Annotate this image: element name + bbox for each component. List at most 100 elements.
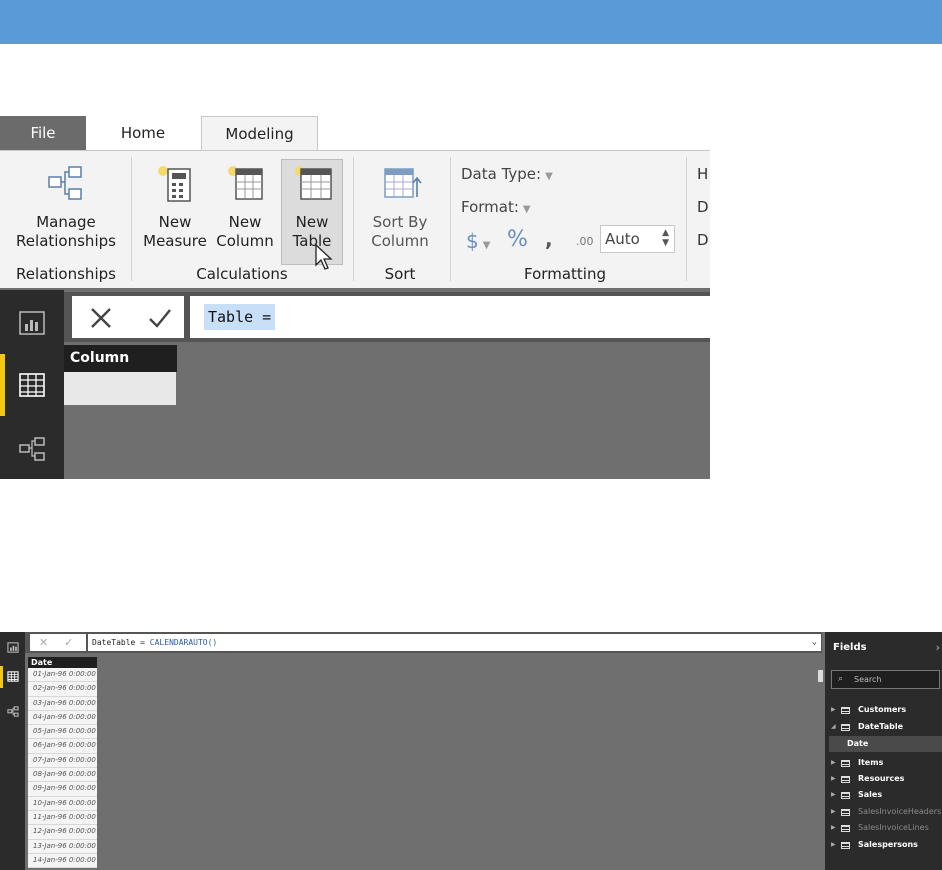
field-table-label: Salespersons (858, 840, 918, 849)
expand-icon: ▶ (831, 791, 836, 798)
ribbon-divider (353, 157, 354, 281)
vertical-scrollbar[interactable] (818, 670, 823, 682)
ribbon-tab-bar: File Home Modeling (0, 116, 710, 151)
table-cell[interactable]: 07-Jan-96 0:00:00 (28, 753, 97, 769)
date-table-grid: Date 01-Jan-96 0:00:00 02-Jan-96 0:00:00… (28, 657, 97, 869)
table-icon (841, 776, 850, 783)
field-table-label: Items (858, 758, 884, 767)
table-icon (841, 842, 850, 849)
formula-prefix: DateTable = (92, 638, 150, 647)
relationship-view-icon[interactable] (18, 436, 46, 462)
table-cell[interactable]: 04-Jan-96 0:00:00 (28, 710, 97, 726)
empty-cell[interactable] (64, 372, 176, 405)
table-cell[interactable]: 09-Jan-96 0:00:00 (28, 782, 97, 797)
ribbon-divider (686, 157, 687, 281)
new-column-button[interactable]: New Column (212, 161, 278, 251)
search-placeholder: Search (854, 675, 882, 684)
decimal-places-icon[interactable]: .00 (576, 235, 594, 248)
percent-button[interactable]: % (507, 227, 528, 252)
formula-function: CALENDARAUTO() (149, 638, 218, 647)
group-label-sort: Sort (384, 265, 416, 283)
group-label-relationships: Relationships (16, 265, 116, 283)
truncated-label: D (697, 231, 709, 249)
cancel-formula-icon[interactable] (90, 307, 112, 329)
field-table-item[interactable]: ◢ DateTable (825, 719, 942, 735)
tab-modeling[interactable]: Modeling (201, 116, 318, 151)
table-cell[interactable]: 10-Jan-96 0:00:00 (28, 796, 97, 811)
group-label-formatting: Formatting (524, 265, 606, 283)
truncated-label: H (697, 165, 709, 183)
table-cell[interactable]: 14-Jan-96 0:00:00 (28, 853, 97, 869)
format-dropdown[interactable]: Format: ▼ (461, 198, 531, 216)
table-cell[interactable]: 05-Jan-96 0:00:00 (28, 725, 97, 740)
commit-formula-icon[interactable] (148, 307, 172, 329)
manage-relationships-button[interactable]: Manage Relationships (10, 161, 122, 251)
new-table-button[interactable]: New Table (280, 161, 344, 251)
expand-icon: ▶ (831, 706, 836, 713)
header-banner (0, 0, 942, 44)
formula-buttons (72, 296, 184, 338)
data-view-icon[interactable] (18, 372, 46, 398)
expand-formula-icon[interactable]: ⌄ (812, 634, 817, 651)
column-header[interactable]: Date (28, 657, 97, 668)
report-view-icon[interactable] (7, 642, 19, 653)
new-column-label: New Column (216, 213, 274, 250)
table-cell[interactable]: 06-Jan-96 0:00:00 (28, 739, 97, 754)
table-cell[interactable]: 12-Jan-96 0:00:00 (28, 825, 97, 840)
field-table-item[interactable]: ▶ SalesInvoiceHeaders (825, 804, 942, 820)
field-table-label: SalesInvoiceHeaders (858, 807, 942, 816)
new-measure-button[interactable]: New Measure (140, 161, 210, 251)
tab-home[interactable]: Home (100, 116, 186, 150)
field-column-label: Date (847, 739, 869, 748)
currency-icon: $ (466, 229, 479, 253)
field-table-item[interactable]: ▶ Sales (825, 787, 942, 803)
chevron-down-icon: ▼ (522, 204, 531, 215)
field-table-label: Sales (858, 790, 883, 799)
collapse-icon: ◢ (831, 723, 836, 730)
field-table-item[interactable]: ▶ Salespersons (825, 837, 942, 853)
currency-button[interactable]: $ ▼ (466, 229, 490, 253)
field-table-label: SalesInvoiceLines (858, 823, 929, 832)
table-cell[interactable]: 11-Jan-96 0:00:00 (28, 810, 97, 826)
field-table-item[interactable]: ▶ Items (825, 755, 942, 771)
field-table-item[interactable]: ▶ Customers (825, 702, 942, 718)
spinner-icon[interactable]: ▲ ▼ (662, 228, 669, 248)
formula-input[interactable]: Table = (190, 296, 710, 338)
cancel-formula-icon[interactable]: ✕ (39, 634, 48, 651)
comma-button[interactable]: , (545, 227, 553, 251)
field-table-label: Customers (858, 705, 907, 714)
decimal-places-input[interactable]: Auto ▲ ▼ (600, 225, 675, 253)
tab-file[interactable]: File (0, 116, 86, 150)
chevron-down-icon: ▼ (482, 240, 491, 251)
truncated-label: D (697, 198, 709, 216)
field-table-item[interactable]: ▶ Resources (825, 771, 942, 787)
table-cell[interactable]: 02-Jan-96 0:00:00 (28, 682, 97, 697)
data-type-dropdown[interactable]: Data Type: ▼ (461, 165, 553, 183)
table-cell[interactable]: 13-Jan-96 0:00:00 (28, 839, 97, 854)
field-column-item[interactable]: Date (829, 736, 942, 752)
new-table-icon (295, 166, 332, 200)
collapse-pane-icon[interactable]: › (936, 641, 940, 654)
sort-by-column-button[interactable]: Sort By Column (360, 161, 440, 251)
report-view-icon[interactable] (18, 310, 46, 336)
table-icon (841, 760, 850, 767)
expand-icon: ▶ (831, 824, 836, 831)
ribbon-screenshot: File Home Modeling Manage Relationships (0, 116, 710, 479)
fields-pane-title: Fields (833, 642, 867, 653)
data-view-icon[interactable] (7, 671, 19, 682)
new-column-icon (228, 166, 263, 200)
ribbon-divider (131, 157, 132, 281)
format-label: Format: (461, 198, 519, 216)
table-cell[interactable]: 08-Jan-96 0:00:00 (28, 768, 97, 783)
field-table-item[interactable]: ▶ SalesInvoiceLines (825, 820, 942, 836)
table-cell[interactable]: 03-Jan-96 0:00:00 (28, 696, 97, 711)
view-switcher-rail (0, 290, 64, 479)
relationship-view-icon[interactable] (7, 706, 19, 717)
expand-icon: ▶ (831, 841, 836, 848)
table-cell[interactable]: 01-Jan-96 0:00:00 (28, 668, 97, 683)
fields-search-input[interactable]: ⌕ Search (831, 670, 940, 689)
column-header[interactable]: Column (64, 345, 177, 372)
data-view-screenshot: ✕ ✓ DateTable = CALENDARAUTO() ⌄ Date 01… (0, 632, 942, 870)
commit-formula-icon[interactable]: ✓ (64, 634, 73, 651)
formula-input[interactable]: DateTable = CALENDARAUTO() ⌄ (88, 634, 821, 651)
